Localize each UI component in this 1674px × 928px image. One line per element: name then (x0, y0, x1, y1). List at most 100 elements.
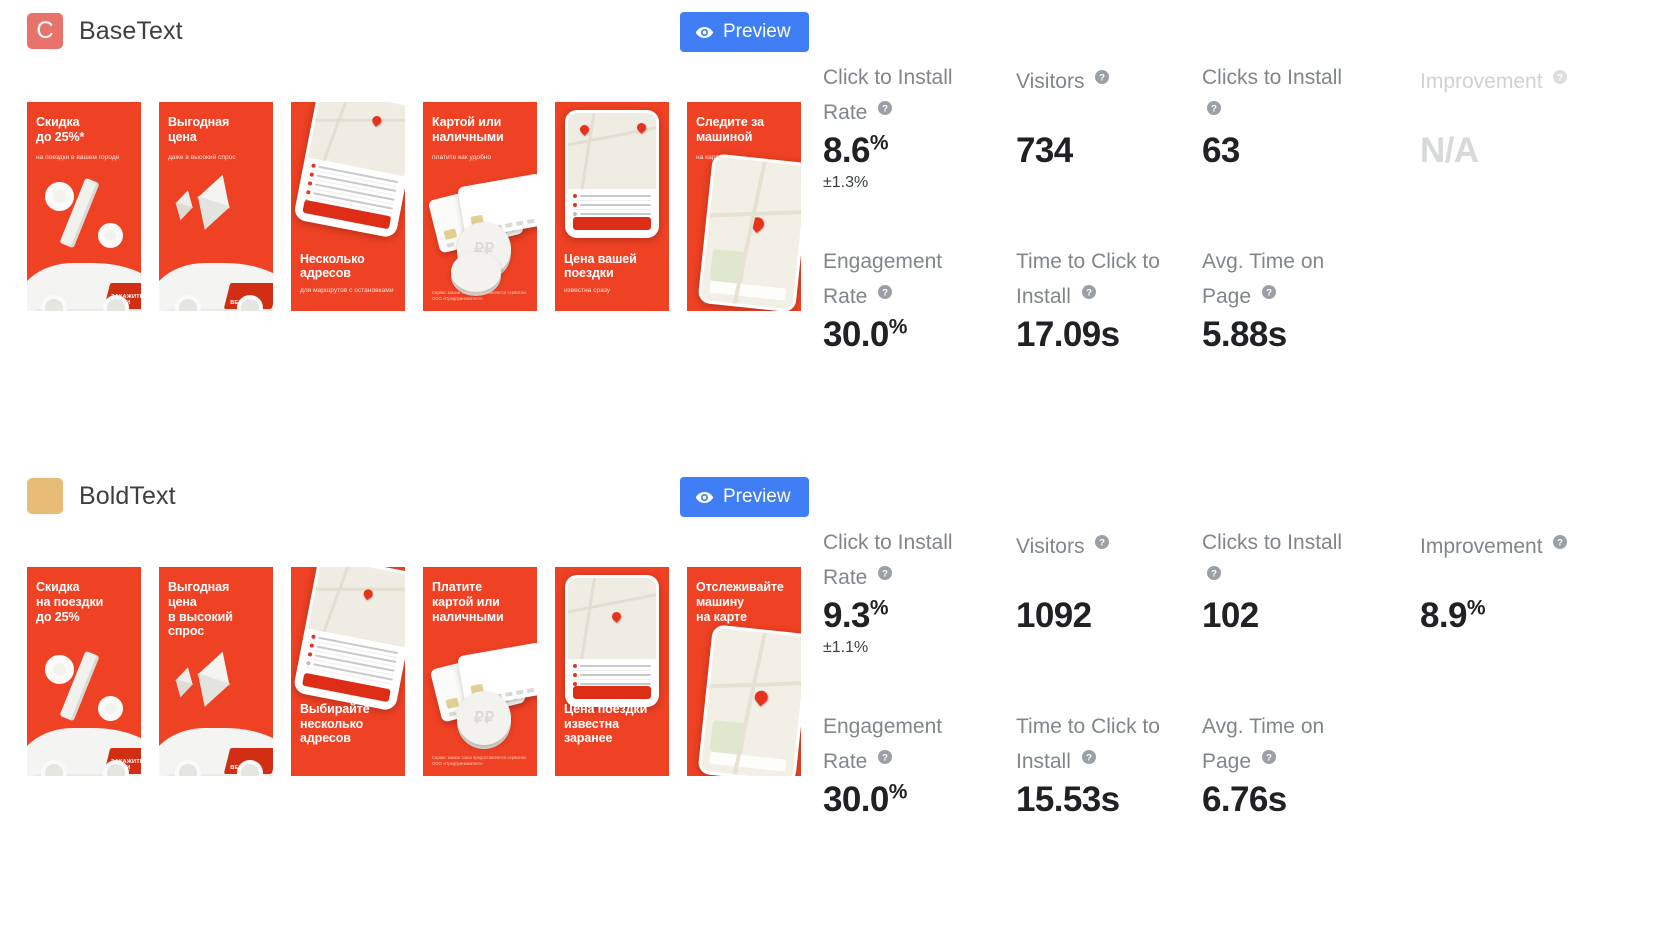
creative-thumbnail[interactable]: ВЕЗЁТ Выгодная цена в высокий спрос (159, 567, 273, 776)
metric-label-text: Improvement (1420, 535, 1543, 558)
creative-thumbnail[interactable]: ₽₽ Платите картой или наличными Сервис зак… (423, 567, 537, 776)
metric-label: Click to Install Rate ? (823, 527, 983, 593)
help-circle-icon[interactable]: ? (878, 277, 893, 299)
creative-thumbnail[interactable]: ЗАКАЖИТЕ ТАКСИ Скидка до 25%* на поездки в… (27, 102, 141, 311)
metric-value-number: 8.6 (823, 131, 870, 170)
help-circle-icon[interactable]: ? (878, 558, 893, 580)
creative-thumbnail[interactable]: Несколько адресов для маршрутов с останов… (291, 102, 405, 311)
svg-text:?: ? (1557, 73, 1563, 84)
metric-value: 30.0% (823, 779, 1016, 819)
creative-headline: Цена вашей поездки (564, 251, 637, 281)
creative-thumbnail[interactable]: Отслеживайте машину на карте (687, 567, 801, 776)
svg-text:?: ? (1557, 538, 1563, 549)
creative-headline: Отслеживайте машину на карте (696, 580, 784, 624)
metric-visitors: Visitors ? 734 (1016, 62, 1202, 192)
creative-thumbnail[interactable]: Выбирайте несколько адресов (291, 567, 405, 776)
help-circle-icon[interactable]: ? (1207, 93, 1221, 115)
metric-value: 1092 (1016, 597, 1202, 635)
metric-value: 17.09s (1016, 316, 1202, 354)
help-circle-icon[interactable]: ? (1261, 742, 1276, 764)
metric-value: 734 (1016, 131, 1202, 170)
metric-error-margin: ±1.3% (823, 173, 869, 191)
creative-thumbnail-list: ЗАКАЖИТЕ ТАКСИ Скидка на поездки до 25% ВЕЗ… (27, 567, 801, 776)
metric-label: Improvement ? (1420, 62, 1580, 97)
creative-thumbnail[interactable]: Цена вашей поездки известна сразу (555, 102, 669, 311)
help-circle-icon[interactable]: ? (1095, 527, 1110, 549)
metric-label-text: Visitors (1016, 70, 1085, 93)
creative-subline: для маршрутов с остановками (300, 286, 394, 294)
metric-time-to-click-to-install: Time to Click to Install ? 15.53s (1016, 711, 1202, 819)
creative-headline: Выгодная цена (168, 115, 230, 144)
eye-icon (695, 23, 714, 42)
help-circle-icon[interactable]: ? (878, 93, 893, 115)
variant-name: BoldText (79, 481, 176, 510)
creative-headline: Платите картой или наличными (432, 580, 504, 624)
creative-headline: Следите за машиной (696, 115, 764, 144)
metric-value-number: 9.3 (823, 596, 870, 635)
svg-text:?: ? (1086, 287, 1092, 298)
creative-thumbnail[interactable]: Цена поездки известна заранее (555, 567, 669, 776)
metric-value-number: 63 (1202, 131, 1240, 170)
creative-thumbnail[interactable]: Следите за машиной на карте (687, 102, 801, 311)
metrics-row-secondary: Engagement Rate ? 30.0% Time to Click to… (823, 246, 1653, 354)
metrics-row-secondary: Engagement Rate ? 30.0% Time to Click to… (823, 711, 1653, 819)
preview-button[interactable]: Preview (680, 477, 809, 517)
help-circle-icon[interactable]: ? (878, 742, 893, 764)
variant-swatch: C (27, 13, 63, 49)
metric-label: Improvement ? (1420, 527, 1580, 562)
help-circle-icon[interactable]: ? (1081, 742, 1096, 764)
svg-text:?: ? (1086, 752, 1092, 763)
help-circle-icon[interactable]: ? (1553, 527, 1568, 549)
metric-label-text: Clicks to Install (1202, 66, 1343, 89)
preview-button[interactable]: Preview (680, 12, 809, 52)
metric-value-number: 30.0 (823, 314, 889, 354)
metric-label: Visitors ? (1016, 62, 1176, 97)
metric-clicks-to-install: Clicks to Install ? 63 (1202, 62, 1420, 192)
metric-click-to-install-rate: Click to Install Rate ? 8.6% ±1.3% (823, 62, 1016, 192)
creative-fineprint: Сервис заказа такси предоставляется серв… (432, 755, 527, 766)
help-circle-icon[interactable]: ? (1261, 277, 1276, 299)
help-circle-icon[interactable]: ? (1081, 277, 1096, 299)
metric-label: Time to Click to Install ? (1016, 711, 1176, 777)
metric-value-suffix: % (869, 596, 889, 620)
metric-label-text: Clicks to Install (1202, 531, 1343, 554)
creative-headline: Картой или наличными (432, 115, 504, 144)
svg-text:?: ? (1266, 287, 1272, 298)
ab-test-results-page: C BaseText Preview ЗАКАЖИТЕ ТАКСИ Скидка… (0, 0, 1674, 928)
metric-value-number: 30.0 (823, 779, 889, 819)
metric-time-to-click-to-install: Time to Click to Install ? 17.09s (1016, 246, 1202, 354)
help-circle-icon[interactable]: ? (1207, 558, 1221, 580)
metrics-row-primary: Click to Install Rate ? 8.6% ±1.3% Visit… (823, 62, 1653, 192)
metric-value: 6.76s (1202, 781, 1420, 819)
help-circle-icon[interactable]: ? (1095, 62, 1110, 84)
variant-swatch (27, 478, 63, 514)
metrics-grid: Click to Install Rate ? 9.3% ±1.1% Visit… (823, 527, 1653, 819)
svg-text:?: ? (882, 287, 888, 298)
svg-text:?: ? (1211, 104, 1217, 115)
creative-thumbnail[interactable]: ЗАКАЖИТЕ ТАКСИ Скидка на поездки до 25% (27, 567, 141, 776)
metric-value: 30.0% (823, 314, 1016, 354)
variant-body: ЗАКАЖИТЕ ТАКСИ Скидка до 25%* на поездки в… (0, 62, 1674, 392)
metric-label: Clicks to Install ? (1202, 527, 1362, 593)
metric-value-number: 734 (1016, 131, 1073, 170)
metrics-grid: Click to Install Rate ? 8.6% ±1.3% Visit… (823, 62, 1653, 354)
metric-engagement-rate: Engagement Rate ? 30.0% (823, 246, 1016, 354)
metric-value-number: 15.53s (1016, 779, 1120, 819)
creative-fineprint: Сервис заказа такси предоставляется серв… (432, 290, 527, 301)
svg-text:?: ? (1211, 569, 1217, 580)
variant-header: C BaseText Preview (0, 0, 1674, 62)
metric-visitors: Visitors ? 1092 (1016, 527, 1202, 657)
creative-thumbnail[interactable]: ВЕЗЁТ Выгодная цена даже в высокий спрос (159, 102, 273, 311)
metric-improvement: Improvement ? N/A (1420, 62, 1620, 192)
metric-value-suffix: % (1466, 596, 1486, 620)
creative-subline: известна сразу (564, 286, 611, 294)
creative-thumbnail-list: ЗАКАЖИТЕ ТАКСИ Скидка до 25%* на поездки в… (27, 102, 801, 311)
preview-button-label: Preview (723, 486, 791, 507)
variant-block-basetext: C BaseText Preview ЗАКАЖИТЕ ТАКСИ Скидка… (0, 0, 1674, 392)
creative-subline: на карте (696, 154, 722, 161)
metric-value-number: 8.9 (1420, 596, 1467, 635)
help-circle-icon[interactable]: ? (1553, 62, 1568, 84)
creative-thumbnail[interactable]: ₽₽ Картой или наличными платите как удобн… (423, 102, 537, 311)
creative-subline: даже в высокий спрос (168, 154, 236, 161)
metric-value: 9.3% (823, 596, 1016, 635)
